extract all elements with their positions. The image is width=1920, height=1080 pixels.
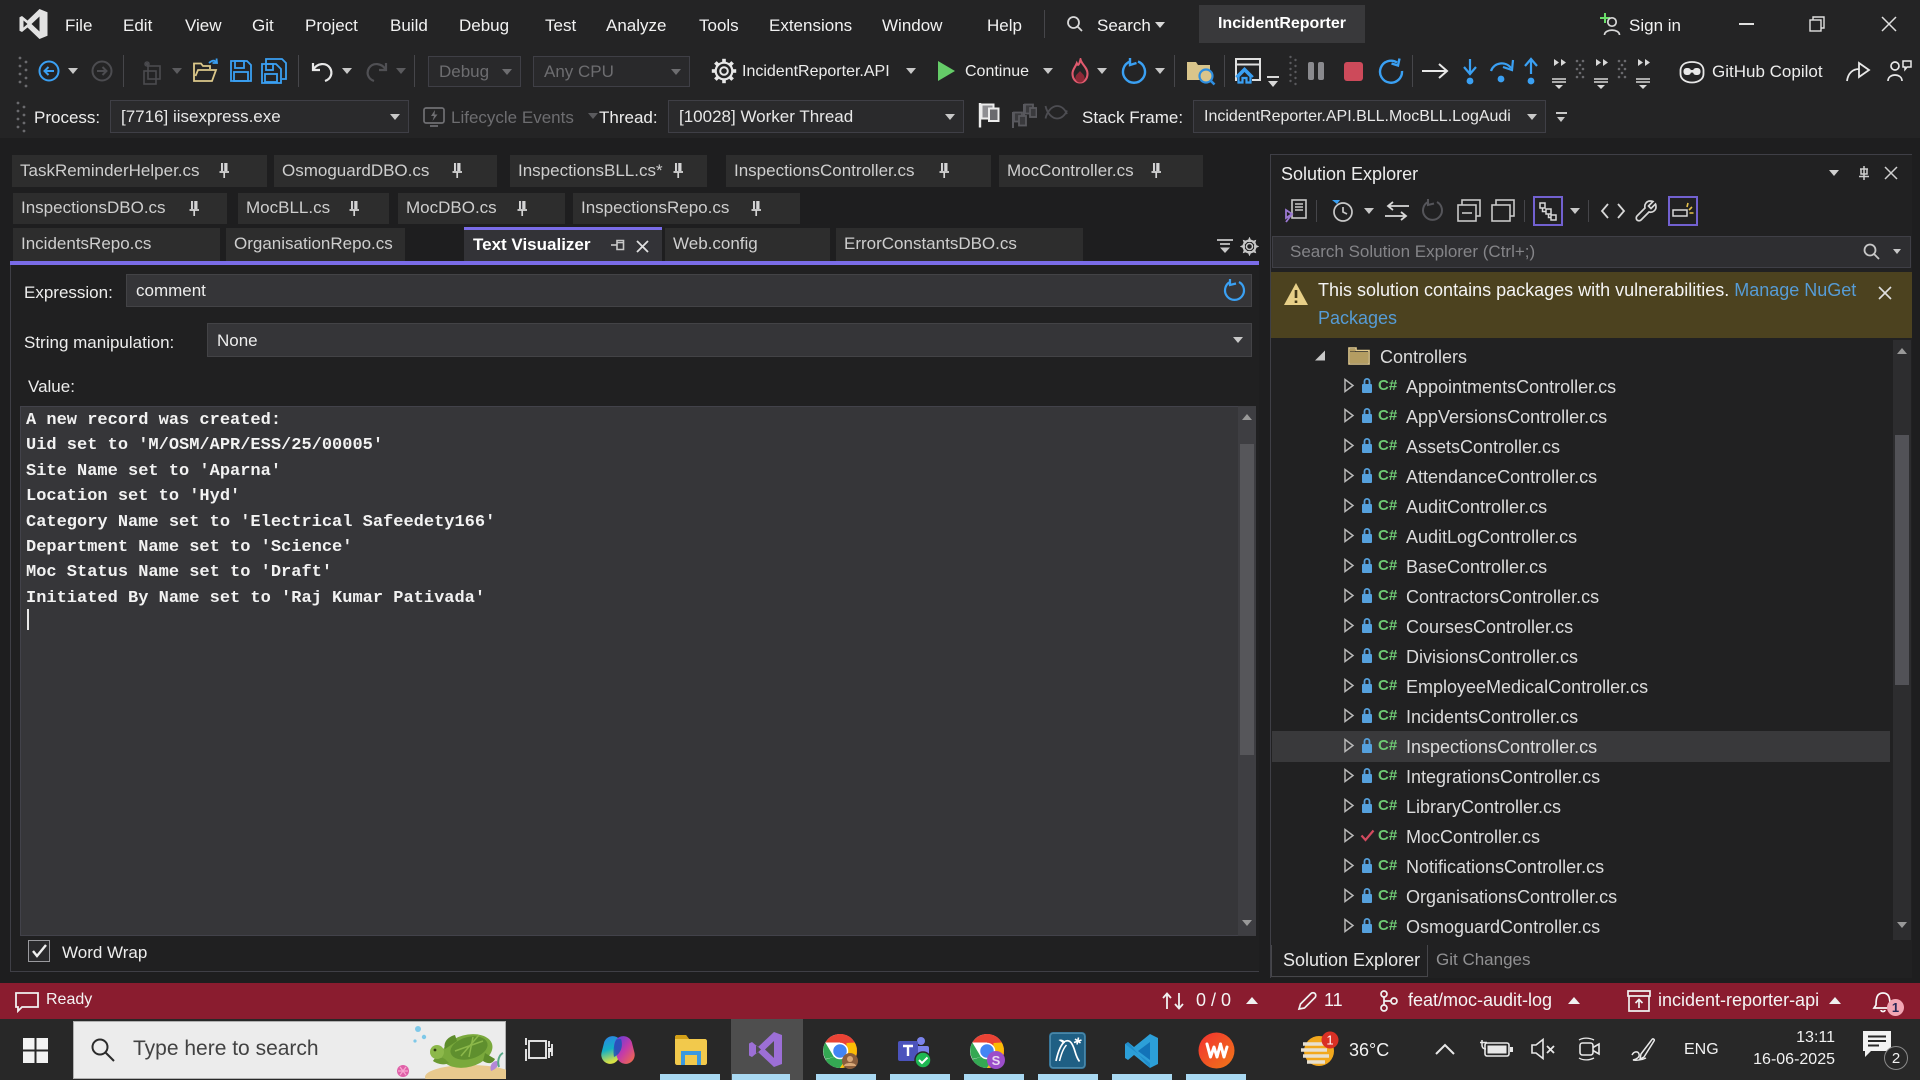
svg-text:1: 1 (1326, 1033, 1333, 1048)
svg-text:S: S (992, 1053, 1001, 1068)
